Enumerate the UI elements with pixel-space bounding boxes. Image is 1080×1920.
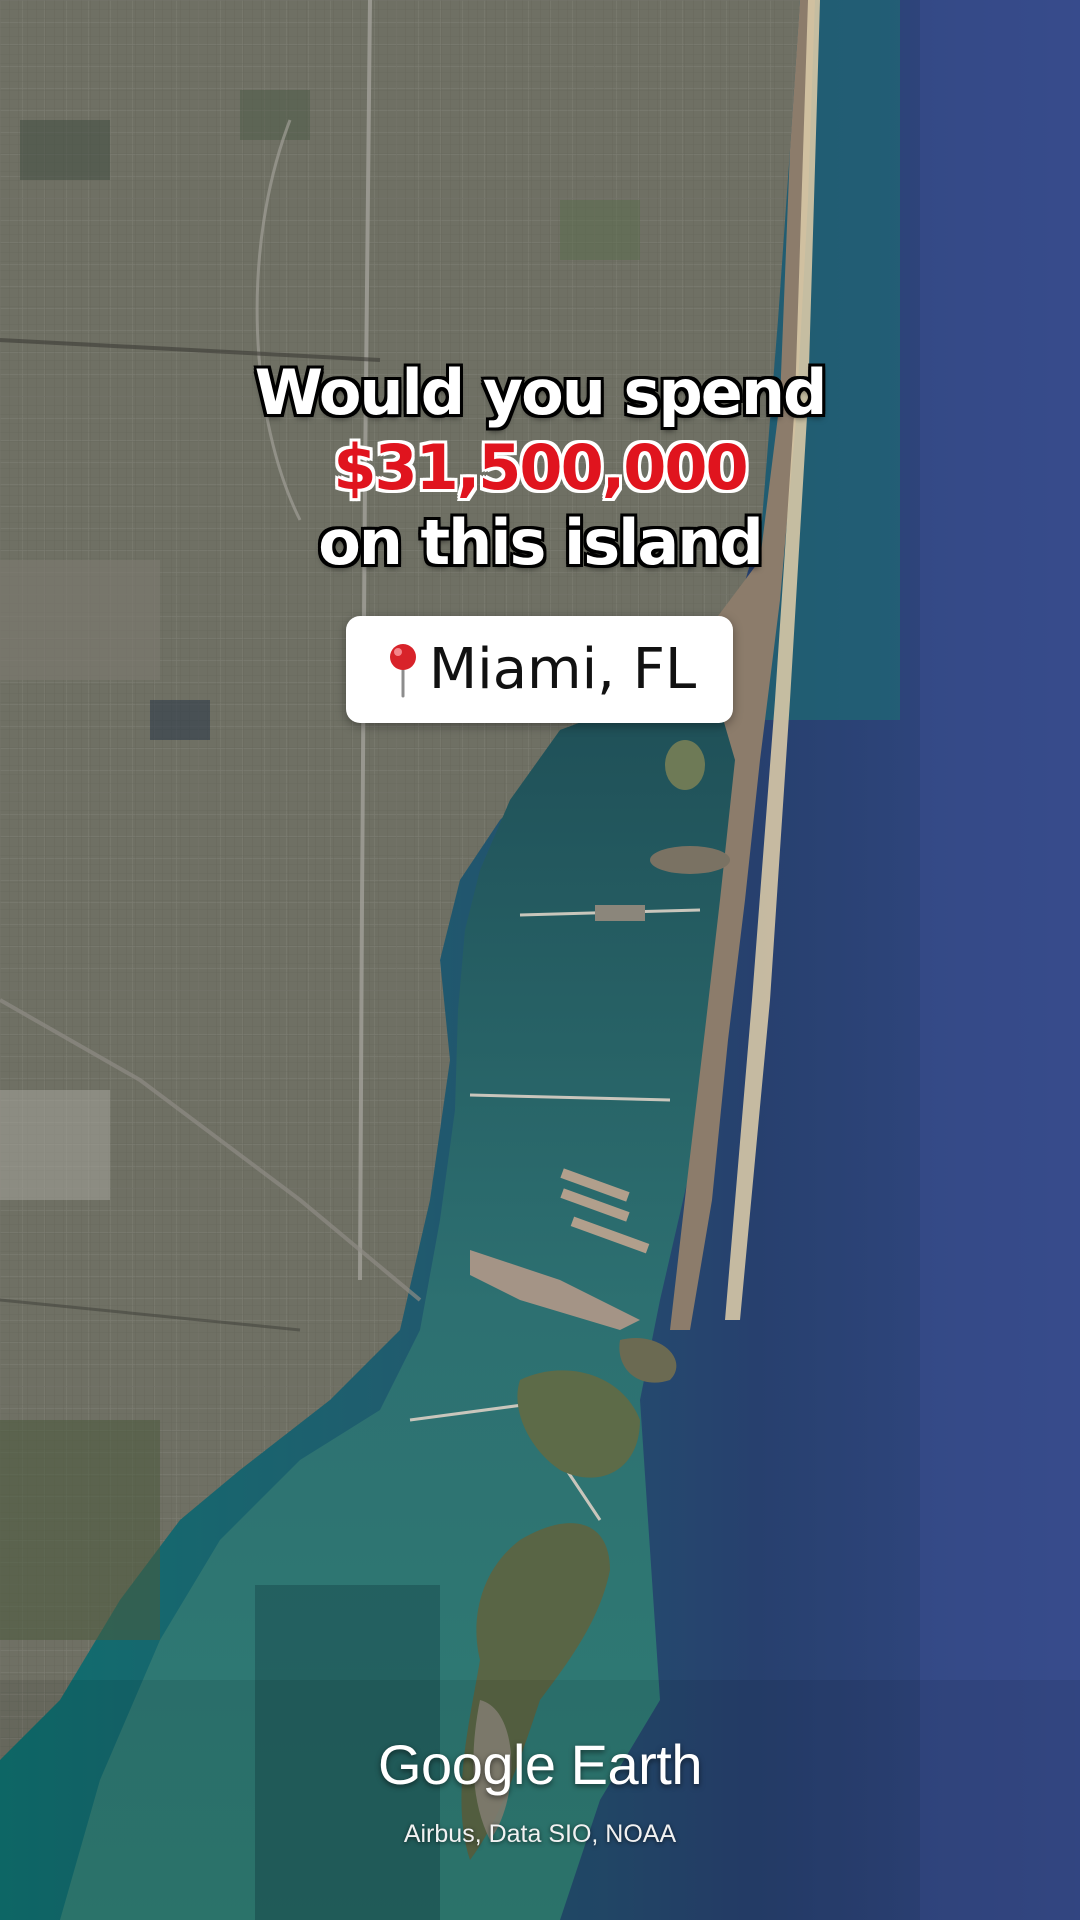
- headline: Would you spend $31,500,000 on this isla…: [0, 355, 1080, 580]
- location-label: Miami, FL: [428, 637, 697, 702]
- headline-line-1: Would you spend: [254, 356, 828, 429]
- headline-line-3: on this island: [318, 506, 764, 579]
- google-earth-logo-word-google: Google: [378, 1733, 556, 1796]
- headline-price: $31,500,000: [333, 431, 748, 504]
- google-earth-logo: Google Earth: [0, 1732, 1080, 1797]
- red-map-pin-icon: [389, 643, 416, 697]
- satellite-map-view[interactable]: Would you spend $31,500,000 on this isla…: [0, 0, 1080, 1920]
- imagery-attribution: Airbus, Data SIO, NOAA: [403, 1820, 677, 1848]
- location-badge: Miami, FL: [346, 616, 733, 723]
- satellite-map-image: [0, 0, 1080, 1920]
- google-earth-logo-word-earth: Earth: [570, 1733, 703, 1796]
